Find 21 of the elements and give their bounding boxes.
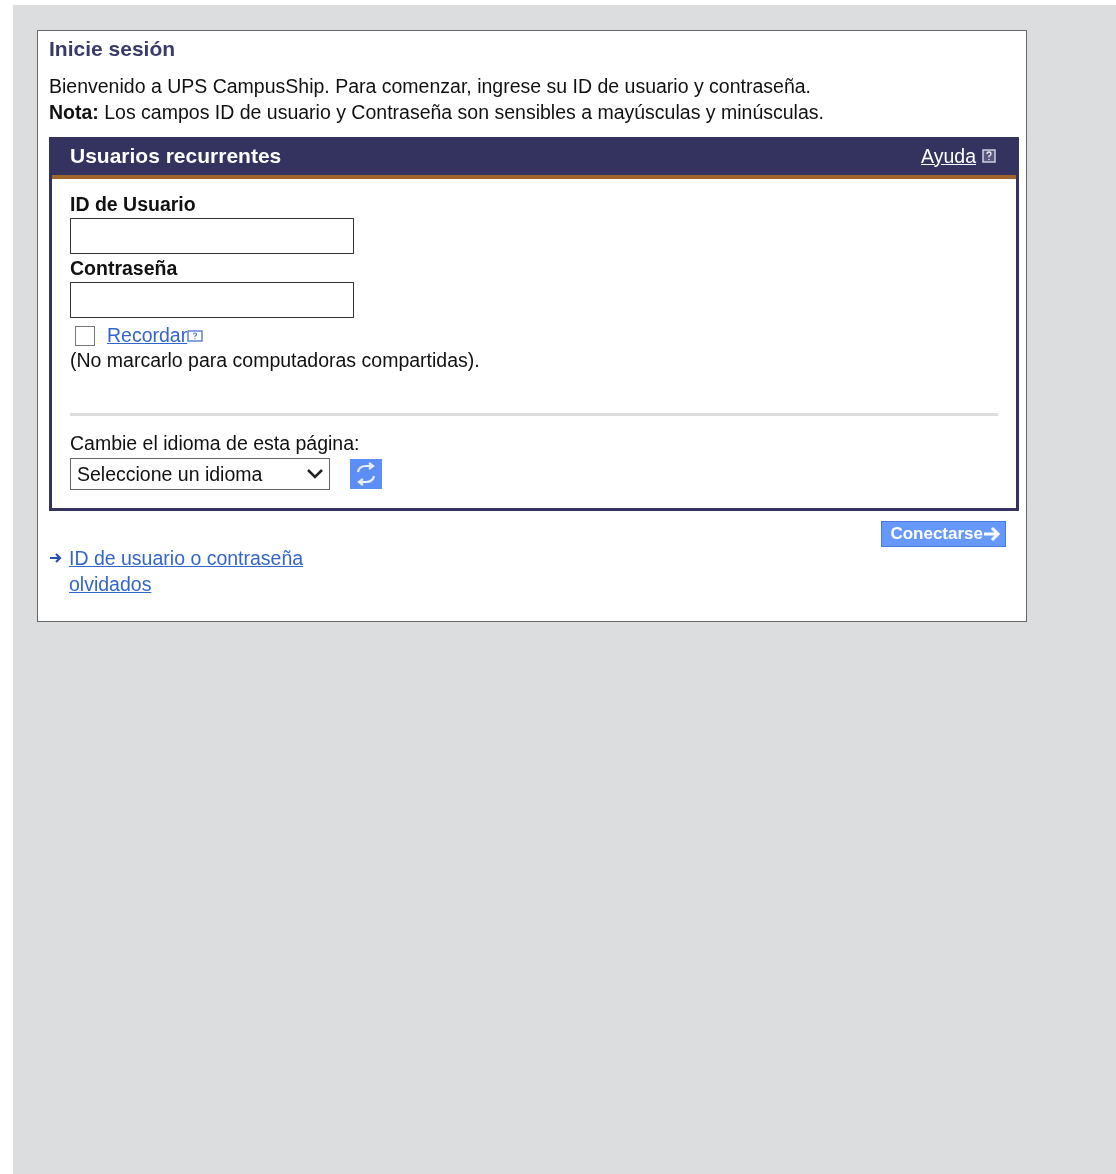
language-select[interactable]: Seleccione un idioma bbox=[70, 458, 330, 490]
refresh-icon[interactable] bbox=[350, 459, 382, 489]
chevron-down-icon bbox=[305, 467, 325, 481]
panel-title: Usuarios recurrentes bbox=[70, 144, 282, 168]
forgot-link[interactable]: ID de usuario o contraseña olvidados bbox=[69, 545, 359, 597]
login-button[interactable]: Conectarse bbox=[881, 521, 1006, 547]
input-field[interactable] bbox=[70, 218, 354, 254]
remember-link[interactable]: Recordar bbox=[107, 324, 188, 347]
help-icon[interactable] bbox=[187, 328, 204, 343]
intro-text: Bienvenido a UPS CampusShip. Para comenzar, ingrese su ID de usuario y contraseña. bbox=[49, 74, 812, 99]
arrow-icon bbox=[49, 552, 63, 564]
language-label: Cambie el idioma de esta página: bbox=[70, 431, 361, 456]
field-label: ID de Usuario bbox=[70, 193, 197, 216]
arrow-icon bbox=[983, 526, 1001, 542]
remember-checkbox[interactable] bbox=[75, 325, 95, 346]
note-text: Nota: Los campos ID de usuario y Contraseña son sensibles a mayúsculas y minúsculas. bbox=[49, 100, 825, 125]
field-label: Contraseña bbox=[70, 257, 179, 280]
input-field[interactable] bbox=[70, 282, 354, 318]
page-title: Inicie sesión bbox=[49, 37, 177, 61]
help-link[interactable]: Ayuda bbox=[921, 144, 976, 168]
remember-hint: (No marcarlo para computadoras compartidas). bbox=[70, 348, 481, 373]
